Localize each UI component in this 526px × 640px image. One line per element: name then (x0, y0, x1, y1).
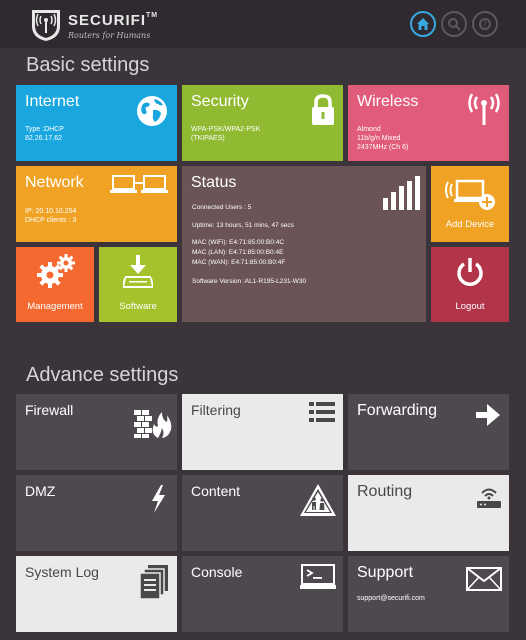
support-title: Support (357, 564, 414, 581)
content-tile[interactable]: Content (182, 475, 343, 551)
terminal-icon (300, 564, 336, 589)
network-laptops-icon (110, 175, 168, 193)
support-header-button[interactable]: ? (472, 11, 498, 37)
documents-icon (140, 565, 168, 599)
internet-type: Type :DHCP (25, 126, 64, 133)
status-uptime: Uptime: 13 hours, 51 mins, 47 secs (192, 222, 294, 229)
dmz-title: DMZ (25, 483, 56, 499)
forwarding-title: Forwarding (357, 402, 438, 419)
security-cipher: (TKIPAES) (191, 135, 225, 142)
logout-label: Logout (455, 301, 485, 312)
internet-ip: 82.26.17.62 (25, 135, 62, 142)
network-clients: DHCP clients : 3 (25, 217, 77, 224)
add-device-icon (445, 179, 495, 210)
forwarding-tile[interactable]: Forwarding (348, 394, 509, 470)
list-icon (309, 402, 335, 422)
status-mac-lan: MAC (LAN): E4:71:85:00:B0:4E (192, 249, 284, 256)
system-log-title: System Log (25, 564, 99, 580)
dmz-tile[interactable]: DMZ (16, 475, 177, 551)
signal-bars-icon (383, 176, 420, 210)
routing-tile[interactable]: Routing (348, 475, 509, 551)
support-icon: ? (479, 18, 491, 30)
search-icon (448, 18, 461, 31)
header-bar: SECURIFITM Routers for Humans ? (0, 0, 526, 48)
filtering-tile[interactable]: Filtering (182, 394, 343, 470)
network-tile[interactable]: Network IP: 20.10.10.254 DHCP clients : … (16, 166, 177, 242)
status-connected-users: Connected Users : 5 (192, 204, 252, 211)
software-tile[interactable]: Software (99, 247, 177, 322)
wireless-ssid: Almond (357, 126, 381, 133)
gears-icon (37, 254, 75, 288)
network-ip: IP: 20.10.10.254 (25, 208, 77, 215)
download-tray-icon (123, 255, 153, 288)
software-label: Software (119, 301, 157, 312)
logout-tile[interactable]: Logout (431, 247, 509, 322)
support-email[interactable]: support@securifi.com (357, 594, 425, 603)
power-icon (457, 258, 483, 286)
home-icon (417, 18, 429, 30)
arrow-right-icon (476, 404, 500, 426)
svg-text:?: ? (483, 20, 487, 29)
router-icon (477, 488, 501, 508)
lightning-icon (152, 485, 165, 513)
brand-tagline: Routers for Humans (68, 31, 151, 40)
console-title: Console (191, 564, 243, 580)
wireless-channel: 2437MHz (Ch 6) (357, 144, 409, 151)
firewall-tile[interactable]: Firewall (16, 394, 177, 470)
routing-title: Routing (357, 483, 413, 500)
lock-icon (312, 94, 334, 125)
console-tile[interactable]: Console (182, 556, 343, 632)
security-tile[interactable]: Security WPA-PSK/WPA2-PSK (TKIPAES) (182, 85, 343, 161)
firewall-title: Firewall (25, 402, 74, 418)
envelope-icon (466, 567, 502, 591)
filtering-title: Filtering (191, 402, 241, 418)
status-mac-wifi: MAC (WiFi): E4:71:85:00:B0:4C (192, 239, 285, 246)
management-label: Management (27, 301, 83, 312)
status-software-version: Software Version :AL1-R195-L231-W30 (192, 278, 307, 285)
status-mac-wan: MAC (WAN): E4:71:85:00:B0:4F (192, 259, 286, 266)
antenna-icon (468, 93, 500, 125)
internet-title: Internet (25, 93, 80, 110)
system-log-tile[interactable]: System Log (16, 556, 177, 632)
logo-shield-icon (32, 10, 60, 41)
internet-tile[interactable]: Internet Type :DHCP 82.26.17.62 (16, 85, 177, 161)
home-button[interactable] (410, 11, 436, 37)
advance-settings-title: Advance settings (26, 364, 179, 386)
security-mode: WPA-PSK/WPA2-PSK (191, 126, 261, 133)
add-device-tile[interactable]: Add Device (431, 166, 509, 242)
wireless-title: Wireless (357, 93, 419, 110)
security-title: Security (191, 93, 249, 110)
basic-settings-title: Basic settings (26, 54, 150, 76)
management-tile[interactable]: Management (16, 247, 94, 322)
search-button[interactable] (441, 11, 467, 37)
children-warning-icon (300, 484, 336, 516)
support-tile[interactable]: Support support@securifi.com (348, 556, 509, 632)
status-tile[interactable]: Status Connected Users : 5 Uptime: 13 ho… (182, 166, 426, 322)
network-title: Network (25, 174, 84, 191)
add-device-label: Add Device (445, 219, 495, 230)
status-title: Status (191, 174, 237, 191)
brand-name: SECURIFITM (68, 12, 159, 29)
wireless-tile[interactable]: Wireless Almond 11b/g/n Mixed 2437MHz (C… (348, 85, 509, 161)
content-title: Content (191, 483, 241, 499)
wireless-mode: 11b/g/n Mixed (357, 135, 401, 142)
globe-icon (137, 96, 167, 126)
firewall-icon (134, 410, 172, 438)
securifi-logo[interactable]: SECURIFITM Routers for Humans (30, 8, 180, 42)
